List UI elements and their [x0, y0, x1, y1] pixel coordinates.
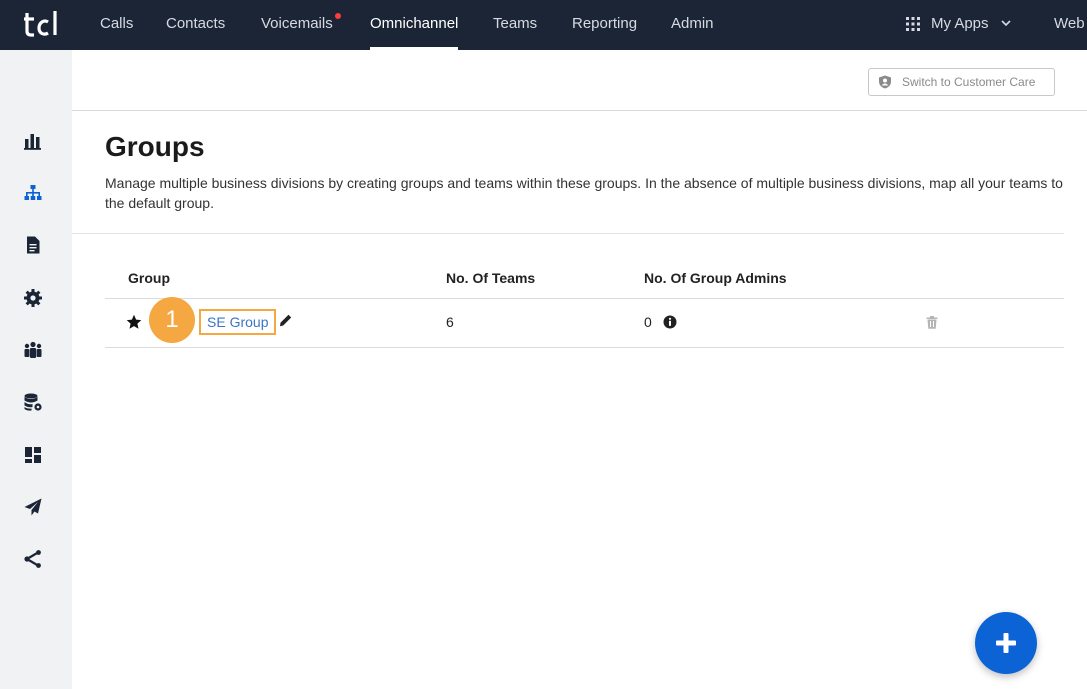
star-icon[interactable]: [126, 314, 142, 330]
nav-teams[interactable]: Teams: [493, 0, 537, 50]
pencil-icon[interactable]: [279, 314, 292, 327]
info-icon[interactable]: [663, 315, 677, 329]
group-name-link[interactable]: SE Group: [199, 309, 277, 335]
column-header-group[interactable]: Group: [128, 270, 170, 286]
table-header-divider: [105, 298, 1064, 299]
plus-icon: [996, 633, 1016, 653]
nav-contacts[interactable]: Contacts: [166, 0, 225, 50]
document-icon[interactable]: [23, 235, 43, 255]
section-divider: [72, 233, 1064, 234]
share-icon[interactable]: [23, 549, 43, 569]
column-header-teams[interactable]: No. Of Teams: [446, 270, 535, 286]
dashboard-icon[interactable]: [23, 445, 43, 465]
nav-omnichannel[interactable]: Omnichannel: [370, 0, 459, 50]
switch-button-label: Switch to Customer Care: [902, 75, 1036, 89]
tcl-logo[interactable]: [24, 9, 60, 39]
notification-dot: [334, 13, 341, 19]
nav-admin[interactable]: Admin: [671, 0, 714, 50]
page-description-container: Manage multiple business divisions by cr…: [105, 173, 1063, 213]
gear-icon[interactable]: [23, 288, 43, 308]
nav-voicemails-label: Voicemails: [261, 15, 333, 32]
org-chart-icon[interactable]: [23, 183, 43, 203]
top-navigation-bar: Calls Contacts Voicemails Omnichannel Te…: [0, 0, 1087, 50]
nav-calls[interactable]: Calls: [100, 0, 133, 50]
apps-grid-icon[interactable]: [906, 17, 920, 31]
user-shield-icon: [879, 75, 891, 89]
step-badge: 1: [149, 297, 195, 343]
nav-web[interactable]: Web: [1054, 0, 1085, 50]
page-description: Manage multiple business divisions by cr…: [105, 175, 1063, 211]
teams-count: 6: [446, 314, 454, 330]
column-header-group-admins[interactable]: No. Of Group Admins: [644, 270, 787, 286]
nav-reporting[interactable]: Reporting: [572, 0, 637, 50]
table-row-divider: [105, 347, 1064, 348]
page-title: Groups: [105, 131, 205, 162]
people-icon[interactable]: [23, 340, 43, 360]
add-group-button[interactable]: [975, 612, 1037, 674]
trash-icon[interactable]: [926, 316, 938, 329]
nav-my-apps[interactable]: My Apps: [931, 0, 989, 50]
group-admins-count: 0: [644, 314, 652, 330]
switch-to-customer-care-button[interactable]: Switch to Customer Care: [868, 68, 1055, 96]
chevron-down-icon[interactable]: [1001, 18, 1011, 28]
nav-voicemails[interactable]: Voicemails: [261, 0, 341, 50]
paper-plane-icon[interactable]: [23, 497, 43, 517]
chart-icon[interactable]: [23, 131, 43, 151]
database-settings-icon[interactable]: [23, 392, 43, 412]
sidebar: [0, 50, 72, 689]
